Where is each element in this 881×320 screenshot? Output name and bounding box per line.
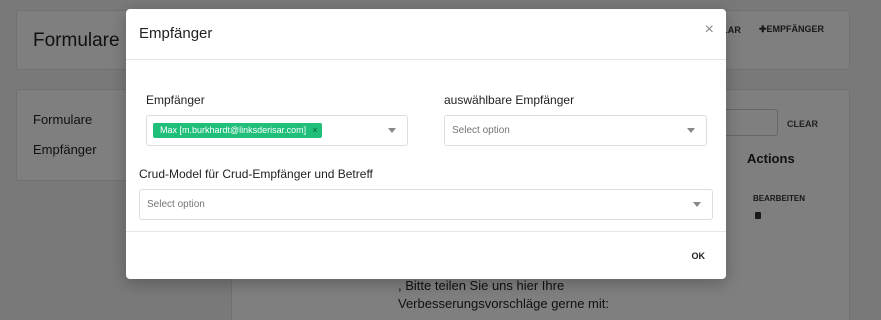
crud-model-select[interactable]: Select option (139, 189, 713, 220)
ok-button[interactable]: OK (692, 251, 706, 261)
recipient-tag-label: Max [m.burkhardt@linksderisar.com] (160, 125, 307, 135)
recipients-modal: Empfänger × Empfänger Max [m.burkhardt@l… (126, 9, 726, 279)
selectable-recipients-select[interactable]: Select option (444, 115, 707, 146)
remove-tag-icon[interactable]: × (312, 125, 317, 135)
recipient-tag: Max [m.burkhardt@linksderisar.com] × (153, 123, 323, 138)
modal-title: Empfänger (139, 25, 213, 42)
select-placeholder: Select option (147, 199, 205, 210)
modal-header: Empfänger × (126, 9, 726, 60)
recipients-select[interactable]: Max [m.burkhardt@linksderisar.com] × (146, 115, 408, 146)
recipients-label: Empfänger (146, 93, 205, 107)
chevron-down-icon[interactable] (687, 128, 695, 133)
modal-footer: OK (126, 231, 726, 279)
chevron-down-icon[interactable] (388, 128, 396, 133)
select-placeholder: Select option (452, 125, 510, 136)
chevron-down-icon[interactable] (693, 202, 701, 207)
selectable-recipients-label: auswählbare Empfänger (444, 93, 575, 107)
close-icon[interactable]: × (705, 22, 714, 38)
crud-model-label: Crud-Model für Crud-Empfänger und Betref… (139, 167, 373, 181)
